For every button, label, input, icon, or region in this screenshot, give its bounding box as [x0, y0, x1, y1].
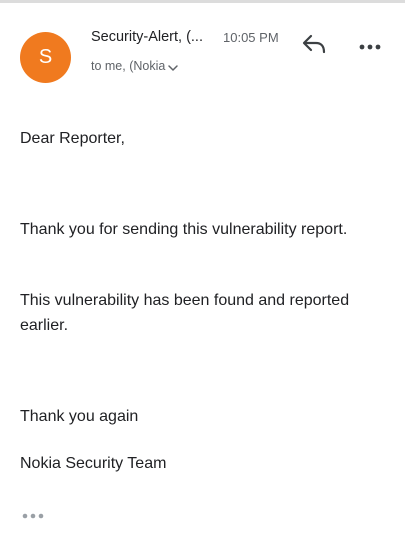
reply-icon	[301, 33, 327, 60]
chevron-down-icon	[167, 62, 179, 74]
email-closing: Thank you again	[20, 408, 139, 425]
email-signature: Nokia Security Team	[20, 455, 167, 472]
sender-avatar[interactable]: S	[20, 32, 71, 83]
avatar-initial: S	[38, 46, 53, 68]
email-greeting: Dear Reporter,	[20, 130, 125, 147]
show-trimmed-content-icon	[20, 509, 46, 526]
email-paragraph: This vulnerability has been found and re…	[20, 292, 350, 334]
sent-time: 10:05 PM	[223, 30, 279, 45]
sender-name[interactable]: Security-Alert, (...	[91, 29, 203, 45]
email-paragraph: Thank you for sending this vulnerability…	[20, 221, 348, 238]
recipient-details-toggle[interactable]: to me, (Nokia	[91, 59, 179, 73]
more-options-icon	[359, 37, 381, 55]
more-options-button[interactable]	[354, 34, 386, 58]
email-header: S Security-Alert, (... 10:05 PM to me, (…	[0, 0, 405, 100]
recipient-label: to me, (Nokia	[91, 59, 166, 73]
show-trimmed-content-button[interactable]	[20, 509, 46, 521]
reply-button[interactable]	[298, 31, 330, 61]
